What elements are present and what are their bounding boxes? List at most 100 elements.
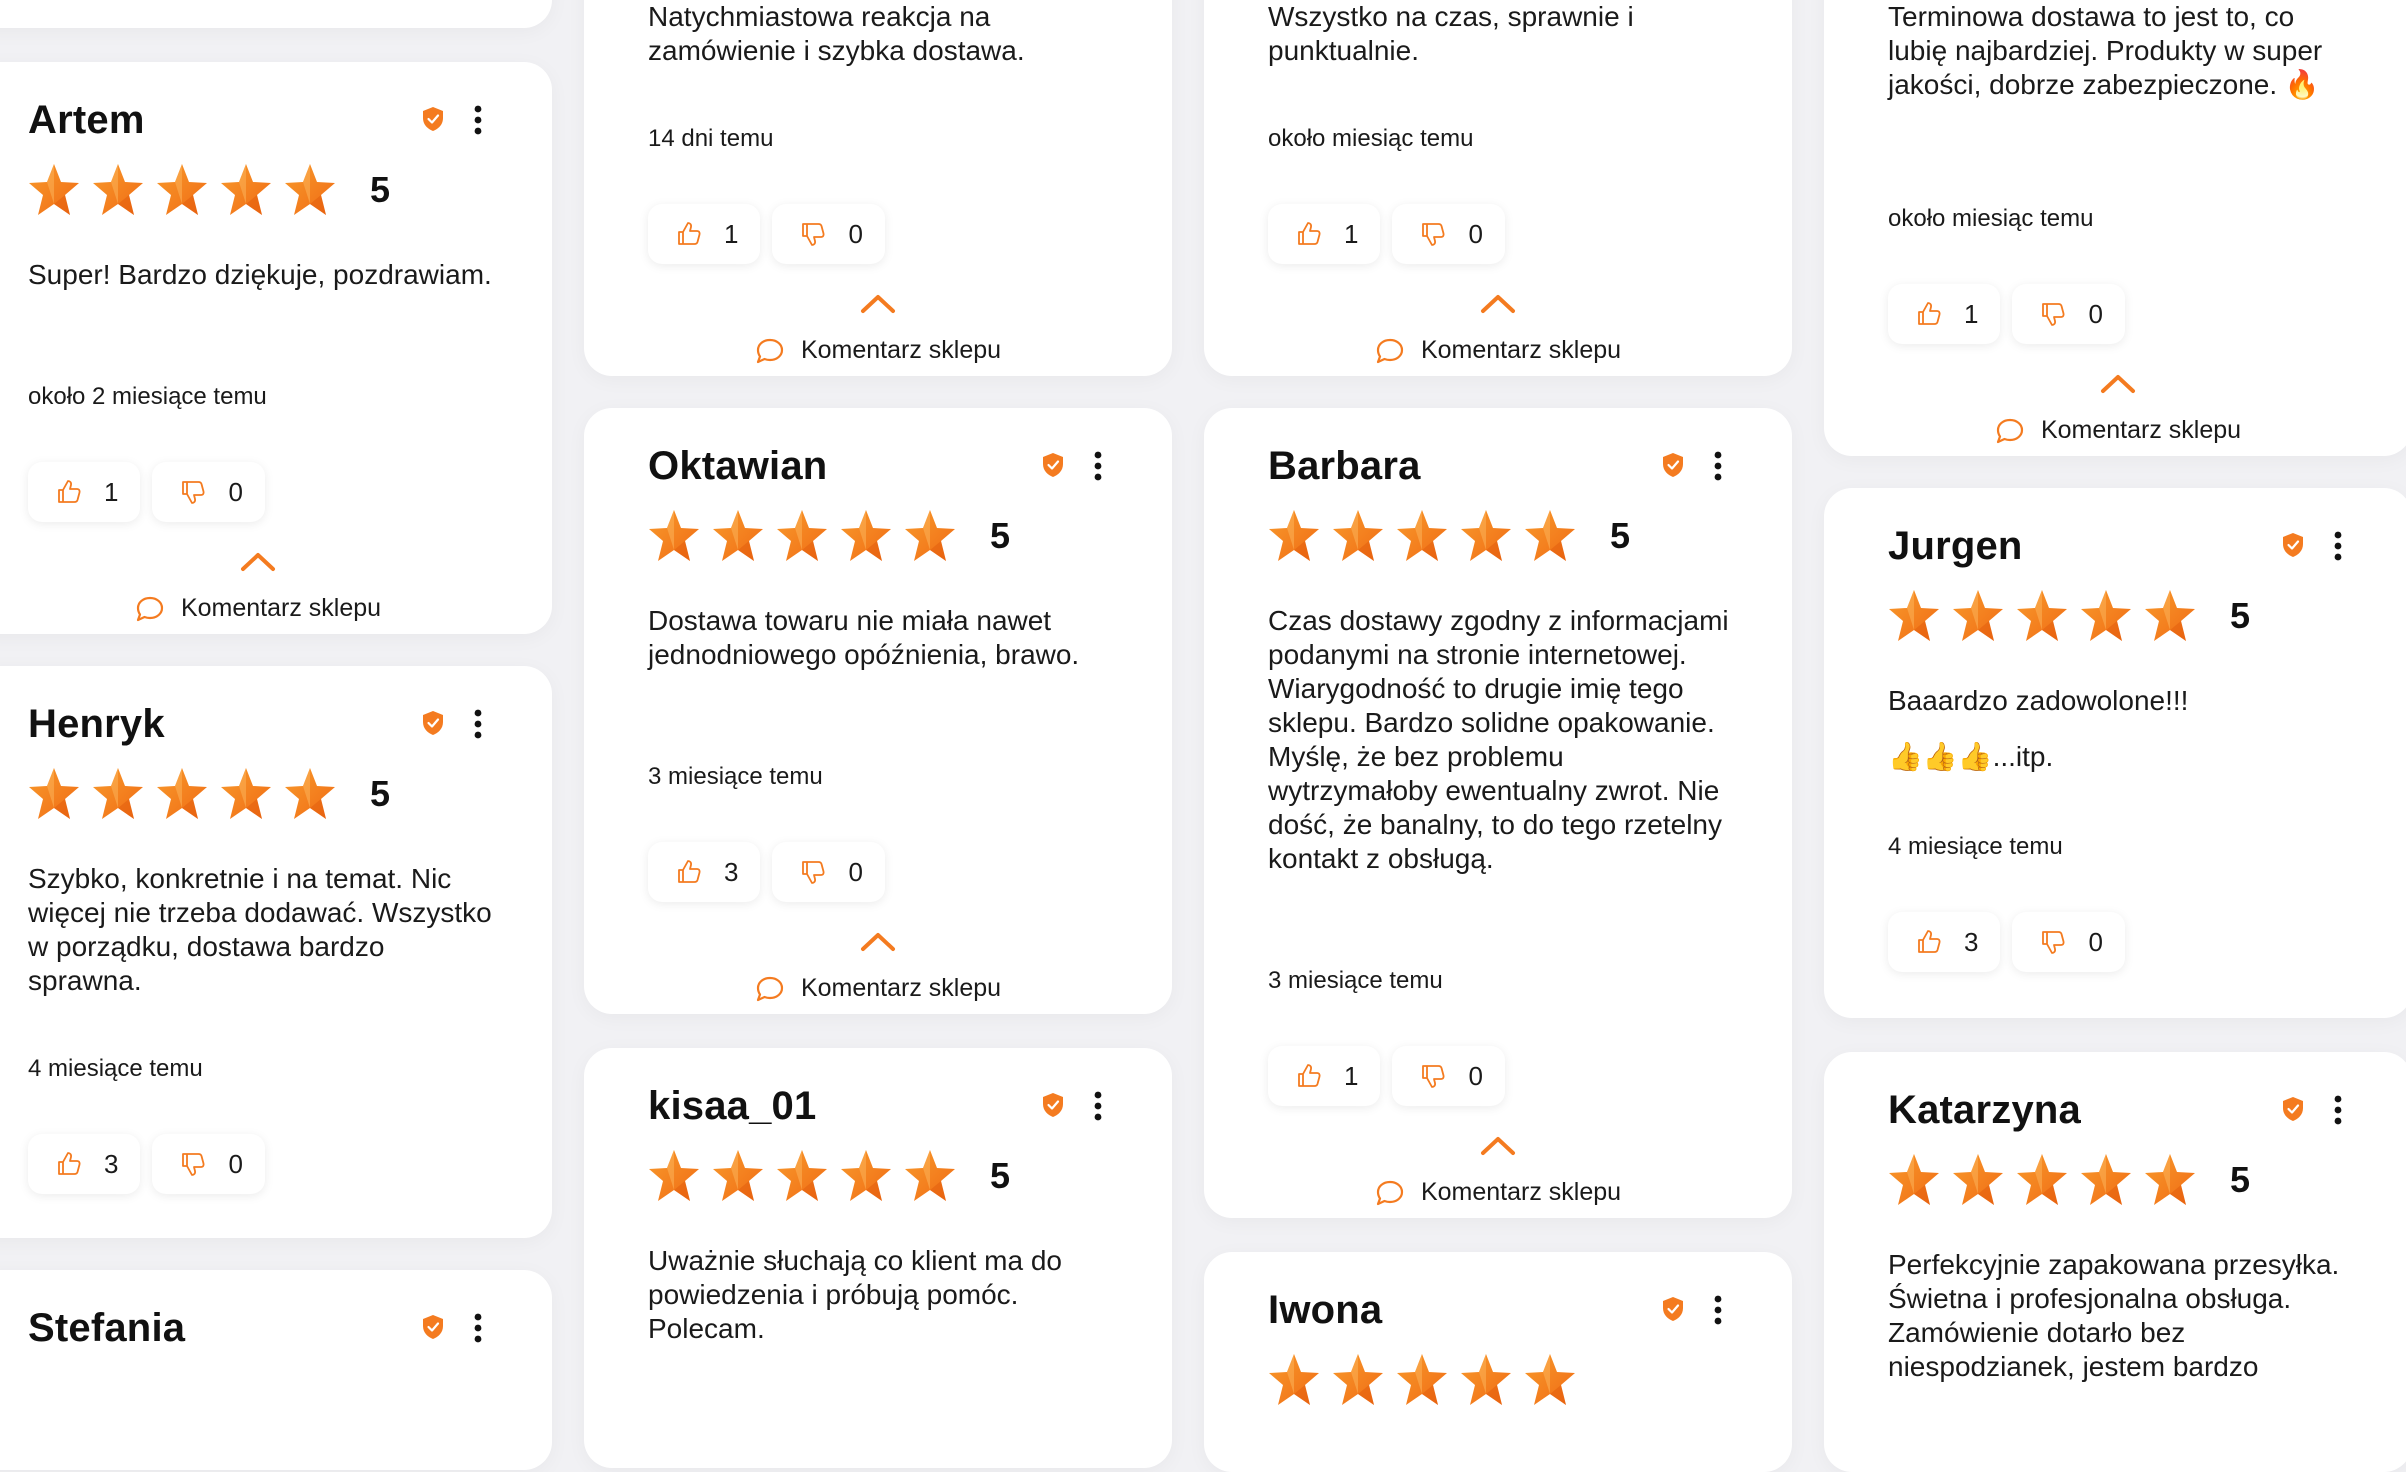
review-text: Terminowa dostawa to jest to, co lubię n… [1888, 1, 2323, 100]
dislike-button[interactable]: 0 [2012, 284, 2125, 344]
more-vertical-icon[interactable] [464, 704, 492, 744]
star-icon [1460, 508, 1512, 564]
chevron-up-icon[interactable] [2100, 372, 2136, 394]
verified-shield-icon [1042, 452, 1064, 478]
comment-bubble-icon [755, 337, 785, 365]
review-text: Natychmiastowa reakcja na zamówienie i s… [648, 1, 1025, 66]
star-icon [1888, 1152, 1940, 1208]
dislike-count: 0 [848, 218, 863, 249]
like-button[interactable]: 1 [28, 462, 141, 522]
more-vertical-icon[interactable] [1704, 1290, 1732, 1330]
review-header: Jurgen [1888, 518, 2352, 574]
star-icon [904, 1148, 956, 1204]
review-card-partial: Natychmiastowa reakcja na zamówienie i s… [584, 0, 1172, 376]
star-icon [904, 508, 956, 564]
dislike-button[interactable]: 0 [152, 1134, 265, 1194]
more-vertical-icon[interactable] [2324, 526, 2352, 566]
review-time: 3 miesiące temu [1268, 967, 1443, 994]
star-icon [284, 766, 336, 822]
thumbs-up-icon [676, 859, 702, 885]
star-icon [156, 766, 208, 822]
vote-buttons: 3 0 [28, 1134, 277, 1194]
dislike-button[interactable]: 0 [1392, 204, 1505, 264]
review-card-artem: Artem 5 Super! Bardzo dziękuje, pozdrawi… [0, 62, 552, 634]
dislike-count: 0 [228, 476, 243, 507]
star-icon [648, 1148, 700, 1204]
chevron-up-icon[interactable] [1480, 292, 1516, 314]
star-rating [1268, 1352, 1588, 1408]
verified-shield-icon [1662, 452, 1684, 478]
thumbs-down-icon [180, 479, 206, 505]
dislike-button[interactable]: 0 [772, 204, 885, 264]
dislike-button[interactable]: 0 [772, 842, 885, 902]
shop-comment-link[interactable]: Komentarz sklepu [584, 974, 1172, 1003]
review-author: Iwona [1268, 1288, 1383, 1332]
shop-comment-link[interactable]: Komentarz sklepu [1204, 336, 1792, 365]
vote-buttons: 3 0 [648, 842, 897, 902]
vote-buttons: 1 0 [28, 462, 277, 522]
star-icon [712, 1148, 764, 1204]
review-card-jurgen: Jurgen 5 Baaardzo zadowolone!!! 👍👍👍...it… [1824, 488, 2406, 1018]
more-vertical-icon[interactable] [2324, 1090, 2352, 1130]
review-time: 14 dni temu [648, 125, 774, 152]
chevron-up-icon[interactable] [240, 550, 276, 572]
dislike-button[interactable]: 0 [1392, 1046, 1505, 1106]
star-icon [92, 162, 144, 218]
chevron-up-icon[interactable] [1480, 1134, 1516, 1156]
star-icon [2016, 1152, 2068, 1208]
like-button[interactable]: 3 [28, 1134, 141, 1194]
like-count: 1 [1344, 218, 1359, 249]
more-vertical-icon[interactable] [1084, 446, 1112, 486]
vote-buttons: 1 0 [1268, 204, 1517, 264]
vote-buttons: 3 0 [1888, 912, 2137, 972]
dislike-count: 0 [848, 856, 863, 887]
star-icon [2080, 588, 2132, 644]
like-button[interactable]: 1 [648, 204, 761, 264]
star-icon [1524, 1352, 1576, 1408]
dislike-button[interactable]: 0 [152, 462, 265, 522]
review-author: Stefania [28, 1306, 186, 1350]
verified-shield-icon [422, 106, 444, 132]
shop-comment-label: Komentarz sklepu [180, 594, 382, 622]
star-icon [92, 766, 144, 822]
like-count: 1 [724, 218, 739, 249]
thumbs-down-icon [1420, 1063, 1446, 1089]
more-vertical-icon[interactable] [1704, 446, 1732, 486]
star-icon [1952, 588, 2004, 644]
like-button[interactable]: 1 [1888, 284, 2001, 344]
chevron-up-icon[interactable] [860, 930, 896, 952]
shop-comment-link[interactable]: Komentarz sklepu [0, 594, 552, 623]
verified-shield-icon [1662, 1296, 1684, 1322]
thumbs-up-icon [1916, 929, 1942, 955]
like-count: 3 [724, 856, 739, 887]
comment-bubble-icon [1375, 1179, 1405, 1207]
rating-value: 5 [990, 1155, 1011, 1196]
shop-comment-link[interactable]: Komentarz sklepu [1824, 416, 2406, 445]
more-vertical-icon[interactable] [464, 100, 492, 140]
thumbs-down-icon [2040, 301, 2066, 327]
star-icon [776, 508, 828, 564]
shop-comment-label: Komentarz sklepu [2040, 416, 2242, 444]
review-header: Artem [28, 92, 492, 148]
shop-comment-link[interactable]: Komentarz sklepu [1204, 1178, 1792, 1207]
shop-reply: Komentarz sklepu [1824, 372, 2406, 462]
star-icon [1268, 508, 1320, 564]
like-button[interactable]: 1 [1268, 204, 1381, 264]
star-icon [1268, 1352, 1320, 1408]
shop-comment-link[interactable]: Komentarz sklepu [584, 336, 1172, 365]
dislike-button[interactable]: 0 [2012, 912, 2125, 972]
star-icon [1460, 1352, 1512, 1408]
dislike-count: 0 [1468, 218, 1483, 249]
review-text: Wszystko na czas, sprawnie i punktualnie… [1268, 1, 1634, 66]
star-icon [28, 162, 80, 218]
more-vertical-icon[interactable] [1084, 1086, 1112, 1126]
shop-reply: Komentarz sklepu [584, 930, 1172, 1020]
dislike-count: 0 [2088, 298, 2103, 329]
thumbs-up-icon [1296, 1063, 1322, 1089]
chevron-up-icon[interactable] [860, 292, 896, 314]
like-button[interactable]: 1 [1268, 1046, 1381, 1106]
thumbs-up-icon [1296, 221, 1322, 247]
like-button[interactable]: 3 [1888, 912, 2001, 972]
more-vertical-icon[interactable] [464, 1308, 492, 1348]
like-button[interactable]: 3 [648, 842, 761, 902]
